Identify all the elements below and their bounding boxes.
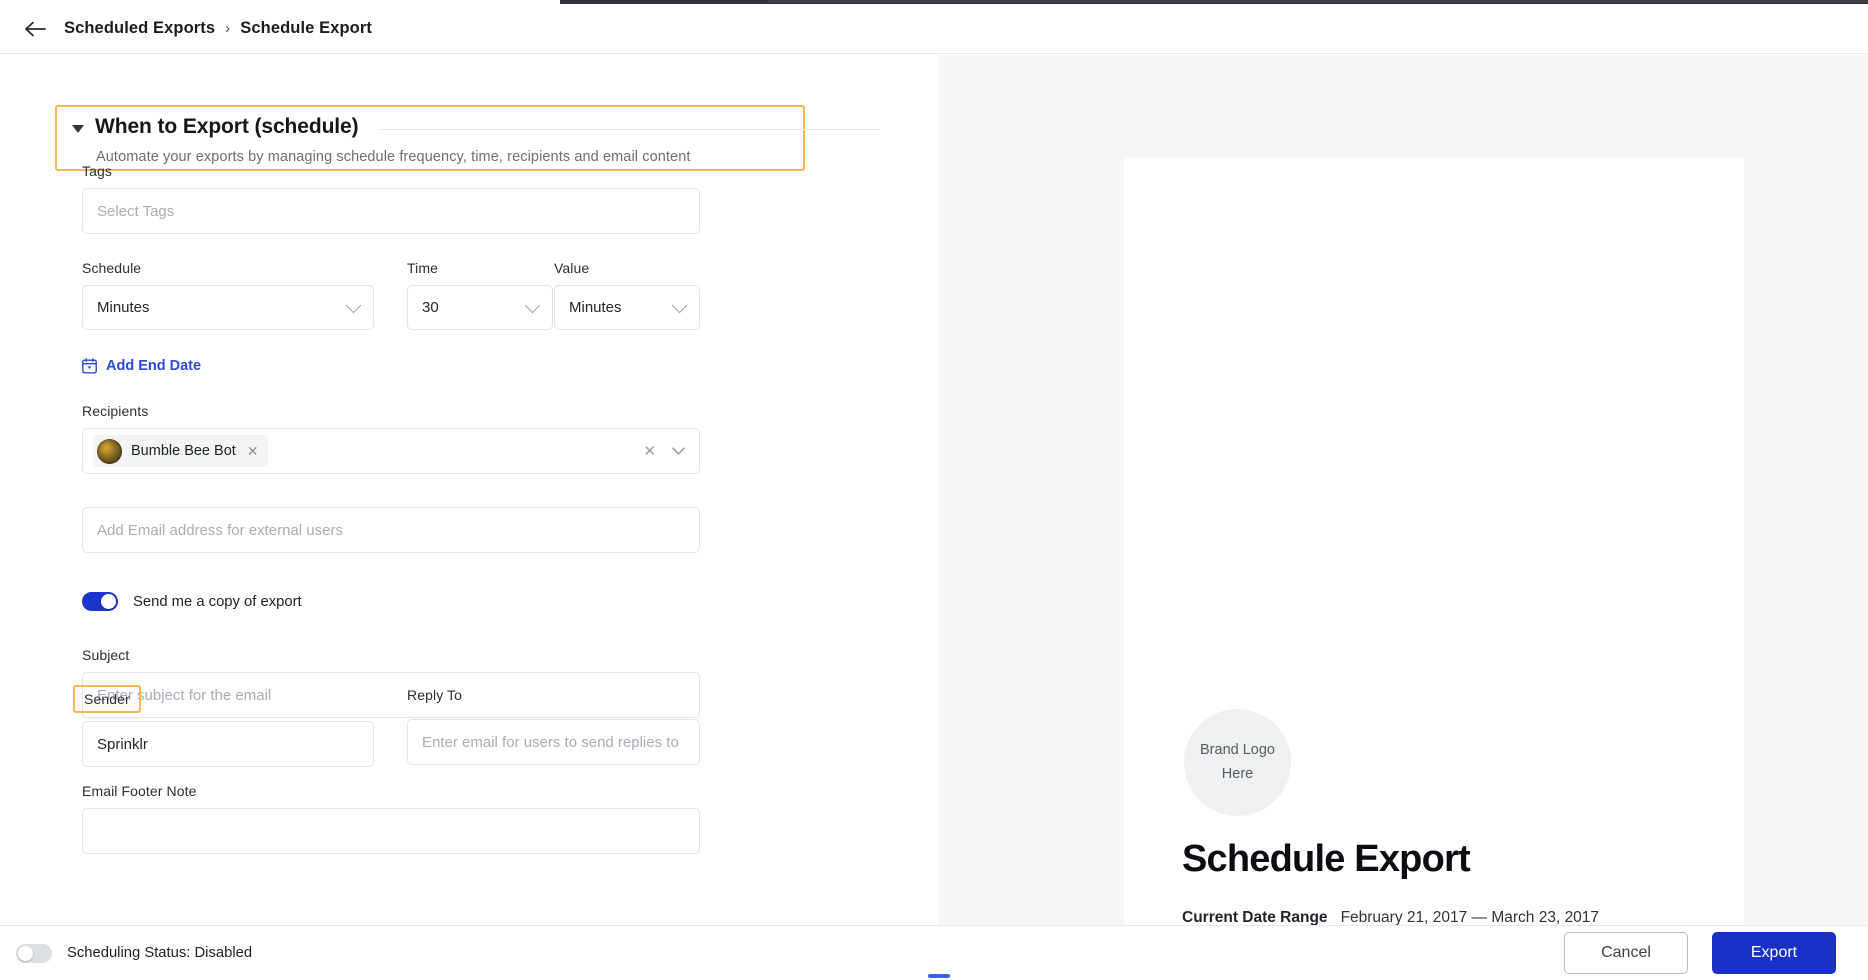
recipients-controls: ✕ [643, 429, 685, 473]
bee-avatar [97, 438, 122, 464]
email-footer-note-label: Email Footer Note [82, 783, 197, 799]
scheduling-status-toggle[interactable] [16, 943, 52, 963]
breadcrumb-root[interactable]: Scheduled Exports [64, 19, 215, 38]
brand-logo-line1: Brand Logo [1200, 741, 1275, 758]
external-email-field: Add Email address for external users [82, 507, 700, 553]
sender-field: Sender Sprinklr [73, 685, 374, 767]
breadcrumb-separator-icon: › [225, 20, 231, 37]
chevron-down-icon [345, 297, 362, 313]
chevron-down-icon [524, 297, 541, 313]
brand-logo-line2: Here [1221, 765, 1254, 782]
add-end-date-label: Add End Date [106, 358, 202, 374]
recipient-chip-label: Bumble Bee Bot [131, 443, 236, 459]
section-title: When to Export (schedule) [95, 115, 359, 138]
external-email-input[interactable]: Add Email address for external users [82, 507, 700, 553]
app-root: Scheduled Exports › Schedule Export When… [0, 0, 1868, 980]
preview-title: Schedule Export [1182, 838, 1471, 880]
cancel-button[interactable]: Cancel [1564, 932, 1688, 974]
preview-date-range: Current Date Range February 21, 2017 — M… [1182, 909, 1599, 925]
email-footer-note-field: Email Footer Note [82, 783, 700, 854]
close-icon[interactable]: ✕ [247, 443, 259, 460]
schedule-field: Schedule Minutes [82, 260, 374, 330]
breadcrumb-leaf: Schedule Export [240, 19, 372, 37]
recipients-field: Recipients Bumble Bee Bot ✕ ✕ [82, 403, 700, 474]
calendar-icon [82, 358, 97, 374]
breadcrumb-bar: Scheduled Exports › Schedule Export [0, 4, 1868, 54]
chevron-down-icon [672, 446, 685, 455]
footer-bar: Scheduling Status: Disabled Cancel Expor… [0, 925, 1868, 980]
reply-to-field: Reply To Enter email for users to send r… [407, 687, 700, 765]
add-end-date-button[interactable]: Add End Date [82, 358, 201, 374]
section-divider [379, 128, 880, 130]
schedule-select[interactable]: Minutes [82, 285, 374, 330]
value-field: Value Minutes [554, 260, 700, 330]
schedule-label: Schedule [82, 260, 142, 276]
value-select[interactable]: Minutes [554, 285, 700, 330]
reply-to-input[interactable]: Enter email for users to send replies to [407, 719, 700, 765]
caret-down-icon[interactable] [72, 124, 84, 133]
recipients-input[interactable]: Bumble Bee Bot ✕ ✕ [82, 428, 700, 474]
time-label: Time [407, 260, 438, 276]
section-header-row: When to Export (schedule) [72, 115, 938, 139]
back-arrow-icon[interactable] [22, 16, 48, 42]
tags-field: Tags Select Tags [82, 163, 700, 234]
schedule-value: Minutes [97, 299, 150, 316]
scheduling-status-label: Scheduling Status: Disabled [67, 945, 253, 961]
value-label: Value [554, 260, 590, 276]
breadcrumb: Scheduled Exports › Schedule Export [64, 19, 372, 38]
preview-date-range-value: February 21, 2017 — March 23, 2017 [1340, 909, 1600, 925]
window-top-strip-secondary [768, 0, 1868, 3]
time-select[interactable]: 30 [407, 285, 553, 330]
email-preview-panel: Brand Logo Here Schedule Export Current … [938, 55, 1868, 925]
bottom-scroll-indicator [928, 974, 950, 978]
scheduling-status-row: Scheduling Status: Disabled [16, 943, 253, 963]
time-value: 30 [422, 299, 439, 316]
footer-actions: Cancel Export [1564, 932, 1836, 974]
preview-date-range-label: Current Date Range [1182, 909, 1328, 925]
reply-to-label: Reply To [407, 687, 463, 703]
chevron-down-icon [671, 297, 688, 313]
sender-label: Sender [73, 685, 141, 713]
recipient-chip[interactable]: Bumble Bee Bot ✕ [93, 435, 268, 467]
export-button[interactable]: Export [1712, 932, 1836, 974]
tags-input[interactable]: Select Tags [82, 188, 700, 234]
email-footer-note-input[interactable] [82, 808, 700, 854]
brand-logo-placeholder: Brand Logo Here [1184, 709, 1291, 816]
recipients-label: Recipients [82, 403, 149, 419]
tags-label: Tags [82, 163, 112, 179]
schedule-form-panel: When to Export (schedule) Automate your … [0, 55, 938, 925]
value-value: Minutes [569, 299, 622, 316]
time-field: Time 30 [407, 260, 553, 330]
preview-page: Brand Logo Here Schedule Export Current … [1124, 158, 1744, 925]
clear-icon[interactable]: ✕ [643, 442, 656, 460]
subject-label: Subject [82, 647, 130, 663]
sender-input[interactable]: Sprinklr [82, 721, 374, 767]
